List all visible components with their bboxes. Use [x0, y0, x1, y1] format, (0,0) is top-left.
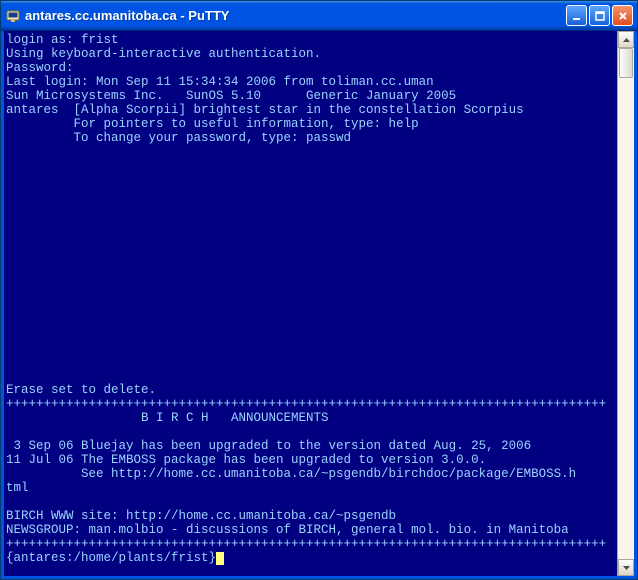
terminal-line	[6, 355, 617, 369]
titlebar[interactable]: antares.cc.umanitoba.ca - PuTTY	[1, 1, 637, 31]
minimize-button[interactable]	[566, 5, 587, 26]
terminal-line	[6, 341, 617, 355]
terminal-line: antares [Alpha Scorpii] brightest star i…	[6, 103, 617, 117]
close-button[interactable]	[612, 5, 633, 26]
terminal-line	[6, 215, 617, 229]
terminal-line: 3 Sep 06 Bluejay has been upgraded to th…	[6, 439, 617, 453]
terminal-line: Last login: Mon Sep 11 15:34:34 2006 fro…	[6, 75, 617, 89]
terminal-line: To change your password, type: passwd	[6, 131, 617, 145]
scroll-down-button[interactable]	[618, 559, 634, 576]
terminal-line: login as: frist	[6, 33, 617, 47]
client-area: login as: fristUsing keyboard-interactiv…	[1, 31, 637, 579]
terminal-line	[6, 271, 617, 285]
terminal-line: B I R C H ANNOUNCEMENTS	[6, 411, 617, 425]
terminal-line: For pointers to useful information, type…	[6, 117, 617, 131]
app-window: antares.cc.umanitoba.ca - PuTTY login as…	[0, 0, 638, 580]
terminal-line: BIRCH WWW site: http://home.cc.umanitoba…	[6, 509, 617, 523]
terminal-line	[6, 425, 617, 439]
terminal-line: ++++++++++++++++++++++++++++++++++++++++…	[6, 537, 617, 551]
window-title: antares.cc.umanitoba.ca - PuTTY	[25, 8, 566, 23]
terminal[interactable]: login as: fristUsing keyboard-interactiv…	[4, 31, 617, 576]
terminal-line: Password:	[6, 61, 617, 75]
terminal-line: tml	[6, 481, 617, 495]
terminal-line: Using keyboard-interactive authenticatio…	[6, 47, 617, 61]
terminal-line	[6, 495, 617, 509]
putty-icon	[5, 8, 21, 24]
scroll-up-button[interactable]	[618, 31, 634, 48]
scrollbar	[617, 31, 634, 576]
terminal-line: ++++++++++++++++++++++++++++++++++++++++…	[6, 397, 617, 411]
maximize-button[interactable]	[589, 5, 610, 26]
terminal-prompt: {antares:/home/plants/frist}	[6, 551, 216, 565]
terminal-line: Erase set to delete.	[6, 383, 617, 397]
terminal-line: See http://home.cc.umanitoba.ca/~psgendb…	[6, 467, 617, 481]
terminal-line	[6, 201, 617, 215]
terminal-line	[6, 145, 617, 159]
terminal-line	[6, 173, 617, 187]
terminal-line	[6, 229, 617, 243]
terminal-line	[6, 159, 617, 173]
terminal-line	[6, 369, 617, 383]
terminal-line	[6, 187, 617, 201]
terminal-line: NEWSGROUP: man.molbio - discussions of B…	[6, 523, 617, 537]
terminal-line	[6, 243, 617, 257]
scroll-thumb[interactable]	[619, 48, 633, 78]
terminal-line	[6, 313, 617, 327]
terminal-cursor	[216, 552, 224, 565]
terminal-prompt-line: {antares:/home/plants/frist}	[6, 551, 617, 565]
terminal-line: Sun Microsystems Inc. SunOS 5.10 Generic…	[6, 89, 617, 103]
terminal-line	[6, 327, 617, 341]
terminal-line	[6, 285, 617, 299]
scroll-track[interactable]	[618, 48, 634, 559]
terminal-line	[6, 299, 617, 313]
window-controls	[566, 5, 633, 26]
terminal-line: 11 Jul 06 The EMBOSS package has been up…	[6, 453, 617, 467]
terminal-line	[6, 257, 617, 271]
